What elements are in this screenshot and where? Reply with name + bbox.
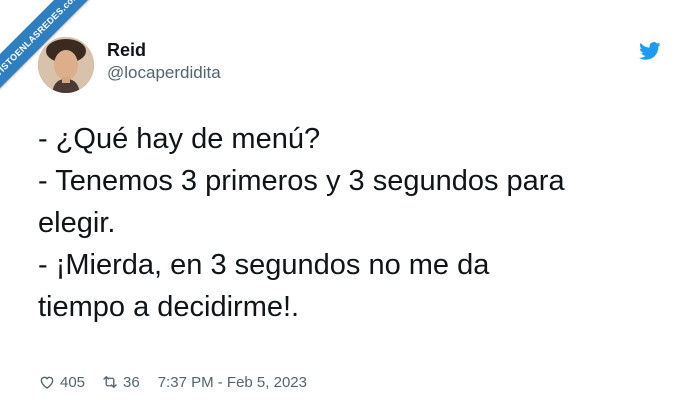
tweet-text: - ¿Qué hay de menú? - Tenemos 3 primeros… (38, 123, 565, 323)
tweet-card: VISTOENLASREDES.com Reid @locaperdidita … (0, 0, 700, 420)
retweet-count: 36 (123, 373, 140, 391)
like-action[interactable]: 405 (38, 373, 85, 391)
heart-icon[interactable] (38, 373, 56, 391)
retweet-action[interactable]: 36 (101, 373, 140, 391)
tweet-timestamp[interactable]: 7:37 PM - Feb 5, 2023 (158, 374, 307, 391)
like-count: 405 (60, 373, 86, 391)
avatar[interactable] (38, 37, 94, 93)
tweet-meta: 405 36 7:37 PM - Feb 5, 2023 (38, 372, 307, 392)
twitter-bird-icon[interactable] (638, 40, 662, 62)
retweet-icon[interactable] (101, 373, 119, 391)
author-handle[interactable]: @locaperdidita (107, 63, 221, 83)
author-name[interactable]: Reid (107, 40, 146, 61)
